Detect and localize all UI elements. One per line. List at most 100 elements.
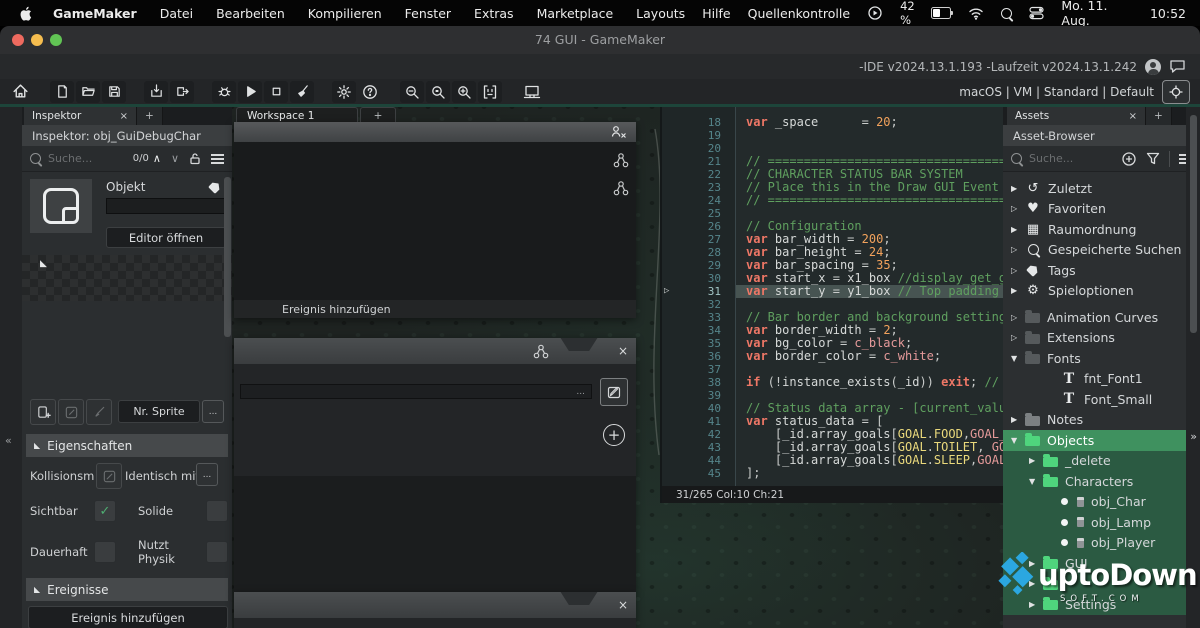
open-editor-button[interactable]: Editor öffnen	[106, 227, 226, 248]
tab-close-icon[interactable]: ×	[120, 111, 128, 122]
line-number[interactable]: 35	[662, 337, 735, 350]
code-text-area[interactable]: var _space = 20;// =====================…	[746, 107, 1005, 486]
line-number[interactable]: 29	[662, 259, 735, 272]
add-asset-icon[interactable]	[1121, 151, 1137, 167]
line-number[interactable]: 38	[662, 376, 735, 389]
asset-row-tags[interactable]: ▷Tags	[1003, 260, 1186, 281]
parent-field-more[interactable]: ...	[576, 387, 585, 397]
feedback-chat-icon[interactable]	[1169, 59, 1186, 74]
checkbox-solide[interactable]	[206, 500, 228, 522]
code-line[interactable]: if (!instance_exists(_id)) exit; // S	[746, 376, 1005, 389]
tab-workspace-1[interactable]: Workspace 1	[236, 107, 358, 123]
line-number[interactable]: 36	[662, 350, 735, 363]
wifi-icon[interactable]	[968, 7, 984, 20]
menu-item-marketplace[interactable]: Marketplace	[537, 6, 614, 21]
collision-mask-button[interactable]	[96, 463, 122, 489]
build-target-text[interactable]: macOS | VM | Standard | Default	[959, 85, 1154, 99]
menu-item-quellenkontrolle[interactable]: Quellenkontrolle	[748, 6, 850, 21]
menu-item-kompilieren[interactable]: Kompilieren	[308, 6, 382, 21]
zoom-in-button[interactable]	[452, 81, 476, 103]
parent-remove-icon[interactable]	[610, 124, 628, 140]
line-number[interactable]: 32	[662, 298, 735, 311]
stop-button[interactable]	[264, 81, 288, 103]
menu-item-datei[interactable]: Datei	[160, 6, 193, 21]
target-manager-button[interactable]	[1162, 80, 1190, 104]
create-executable-button[interactable]	[144, 81, 168, 103]
inspector-scrollbar[interactable]	[224, 177, 231, 337]
code-gutter[interactable]: 1819202122232425262728293031323334353637…	[662, 107, 736, 486]
line-number[interactable]: 43	[662, 441, 735, 454]
line-number[interactable]: 37	[662, 363, 735, 376]
asset-row-font_small[interactable]: TFont_Small	[1003, 389, 1186, 410]
line-number[interactable]: 23	[662, 181, 735, 194]
checkbox-dauerhaft[interactable]	[94, 541, 116, 563]
code-line[interactable]: // =====================================…	[746, 194, 1005, 207]
battery-status[interactable]: 42 %	[900, 0, 951, 27]
apple-logo-icon[interactable]	[20, 6, 33, 21]
tree-expand-arrow[interactable]: ▷	[1011, 266, 1025, 275]
menu-item-fenster[interactable]: Fenster	[405, 6, 451, 21]
control-center-icon[interactable]	[1029, 6, 1044, 20]
asset-row-gespeicherte-suchen[interactable]: ▷Gespeicherte Suchen	[1003, 240, 1186, 261]
line-number[interactable]: 45	[662, 467, 735, 480]
laptop-preview-button[interactable]	[520, 81, 544, 103]
line-number[interactable]: 39	[662, 389, 735, 402]
asset-row-characters[interactable]: ▼Characters	[1003, 471, 1186, 492]
parent-field[interactable]: ...	[240, 384, 592, 399]
tree-expand-arrow[interactable]: ▷	[1011, 313, 1025, 322]
asset-row-obj_char[interactable]: obj_Char	[1003, 492, 1186, 513]
asset-row-fonts[interactable]: ▼Fonts	[1003, 348, 1186, 369]
asset-row-favoriten[interactable]: ▷♥Favoriten	[1003, 199, 1186, 220]
asset-row-zuletzt[interactable]: ▶↺Zuletzt	[1003, 178, 1186, 199]
add-workspace-button[interactable]: +	[360, 107, 396, 123]
add-tab-button[interactable]: +	[1146, 107, 1172, 125]
add-event-row[interactable]: Ereignis hinzufügen	[234, 300, 636, 318]
assets-scrollbar[interactable]	[1190, 115, 1197, 333]
home-button[interactable]	[8, 81, 32, 103]
tree-expand-arrow[interactable]: ▶	[1011, 184, 1025, 193]
menu-item-extras[interactable]: Extras	[474, 6, 514, 21]
same-as-more-button[interactable]: ...	[196, 463, 218, 486]
children-nodes-icon[interactable]	[612, 152, 630, 173]
code-line[interactable]: var border_color = c_white;	[746, 350, 1005, 363]
edit-image-button[interactable]	[86, 399, 112, 425]
tree-expand-arrow[interactable]: ▶	[1029, 456, 1043, 465]
lock-icon[interactable]	[189, 152, 201, 165]
sprite-dropdown[interactable]	[106, 198, 226, 214]
menu-item-layouts[interactable]: Layouts	[636, 6, 685, 21]
properties-section-header[interactable]: ◣ Eigenschaften	[26, 434, 228, 457]
code-line[interactable]: ];	[746, 467, 1005, 480]
menu-item-hilfe[interactable]: Hilfe	[702, 6, 730, 21]
help-button[interactable]	[358, 81, 382, 103]
events-section-header[interactable]: ◣ Ereignisse	[26, 578, 228, 601]
properties-window-body[interactable]: ... +	[234, 364, 636, 592]
bottom-window-header[interactable]: ×	[234, 592, 636, 618]
assign-sprite-button[interactable]	[30, 399, 56, 425]
line-number[interactable]: 40	[662, 402, 735, 415]
menu-item-gamemaker[interactable]: GameMaker	[53, 6, 137, 21]
tag-icon[interactable]	[208, 180, 222, 194]
properties-list-area[interactable]	[234, 476, 636, 592]
tree-expand-arrow[interactable]: ▶	[1011, 286, 1025, 295]
code-line[interactable]: [_id.array_goals[GOAL.SLEEP,GOAL_	[746, 454, 1005, 467]
event-list-body[interactable]	[234, 142, 636, 300]
tree-expand-arrow[interactable]: ▶	[1011, 415, 1025, 424]
line-number[interactable]: 33	[662, 311, 735, 324]
settings-button[interactable]	[332, 81, 356, 103]
assets-search-input[interactable]: Suche...	[1029, 152, 1073, 165]
asset-row-objects[interactable]: ▼Objects	[1003, 430, 1186, 451]
asset-row-animation-curves[interactable]: ▷Animation Curves	[1003, 307, 1186, 328]
debug-button[interactable]	[212, 81, 236, 103]
line-number[interactable]: 24	[662, 194, 735, 207]
expand-panel-chevron[interactable]: »	[1190, 430, 1197, 443]
collapse-panel-chevron[interactable]: «	[5, 434, 12, 447]
user-avatar[interactable]	[1145, 59, 1161, 75]
asset-row-obj_lamp[interactable]: obj_Lamp	[1003, 512, 1186, 533]
menu-bar-date[interactable]: Mo. 11. Aug.	[1061, 0, 1133, 28]
asset-row-raumordnung[interactable]: ▶▦Raumordnung	[1003, 219, 1186, 240]
line-number[interactable]: 21	[662, 155, 735, 168]
new-project-button[interactable]	[50, 81, 74, 103]
no-sprite-button[interactable]: Nr. Sprite	[118, 400, 200, 423]
search-prev-icon[interactable]: ∧	[153, 152, 161, 165]
tree-expand-arrow[interactable]: ▷	[1011, 245, 1025, 254]
